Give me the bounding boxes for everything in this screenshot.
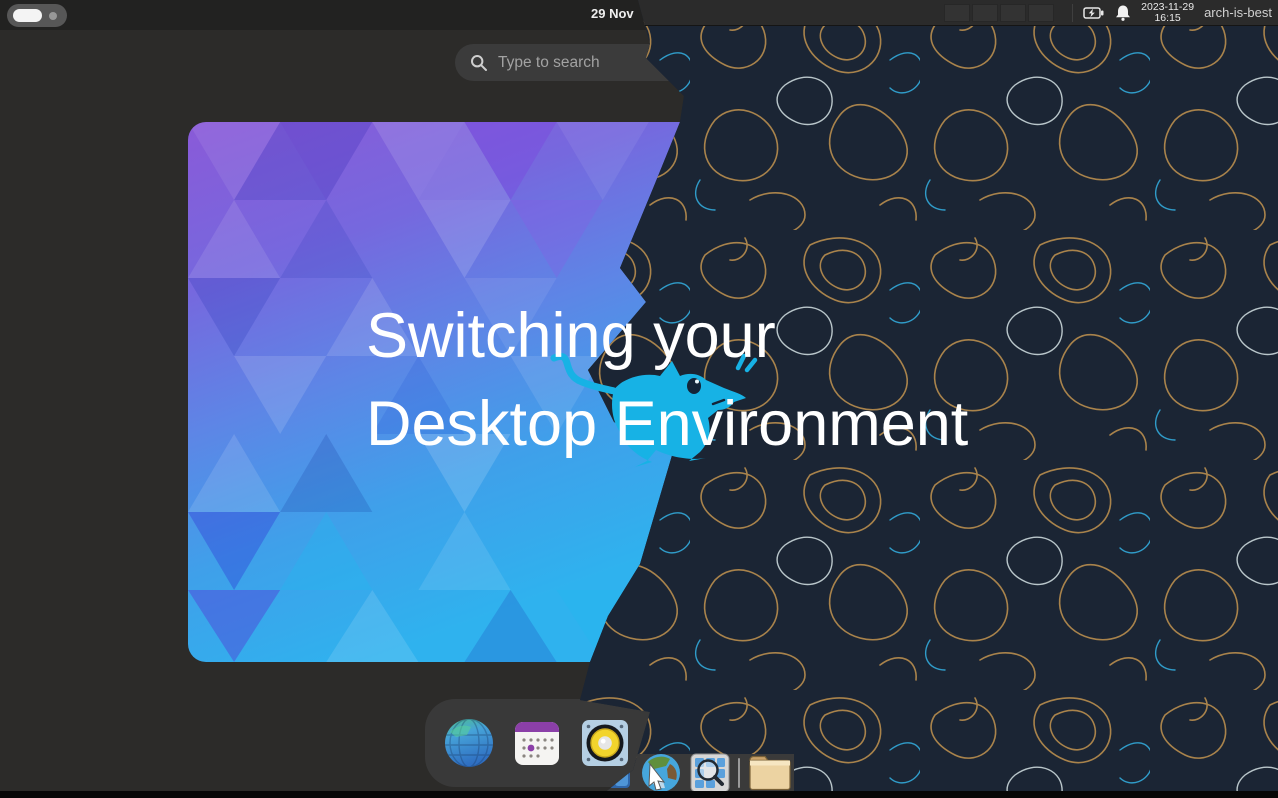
notification-bell-icon[interactable] — [1115, 4, 1131, 22]
search-icon — [470, 54, 488, 72]
application-finder-icon[interactable] — [690, 753, 730, 793]
pager-cell[interactable] — [944, 4, 970, 22]
workspace-dot[interactable] — [49, 12, 57, 20]
hostname-label: arch-is-best — [1204, 5, 1272, 20]
gnome-clock[interactable]: 29 Nov — [591, 6, 634, 21]
dock-separator — [738, 758, 740, 788]
xfce-clock[interactable]: 2023-11-29 16:15 — [1141, 2, 1194, 24]
pager-cell[interactable] — [1028, 4, 1054, 22]
battery-icon[interactable] — [1083, 6, 1105, 20]
file-manager-folder-icon[interactable] — [748, 754, 792, 792]
speaker-volume-icon[interactable] — [580, 718, 630, 768]
web-browser-globe-icon[interactable] — [444, 718, 494, 768]
pager-cell[interactable] — [972, 4, 998, 22]
clock-date: 2023-11-29 — [1141, 2, 1194, 13]
calendar-icon[interactable] — [512, 718, 562, 768]
search-placeholder: Type to search — [498, 54, 600, 72]
clock-time: 16:15 — [1154, 13, 1180, 24]
workspace-active-pill[interactable] — [13, 9, 42, 22]
pager-cell[interactable] — [1000, 4, 1026, 22]
hero-title: Switching your Desktop Environment — [366, 292, 968, 468]
hero-title-line2: Desktop Environment — [366, 380, 968, 468]
panel-separator — [1072, 4, 1073, 22]
bottom-black-strip — [0, 791, 1278, 798]
hero-title-line1: Switching your — [366, 292, 968, 380]
workspace-pager[interactable] — [944, 4, 1054, 22]
thumbnail-stage: 29 Nov Type to search — [0, 0, 1278, 798]
web-browser-pointer-globe-icon[interactable] — [640, 752, 682, 794]
workspace-indicator[interactable] — [7, 4, 67, 27]
